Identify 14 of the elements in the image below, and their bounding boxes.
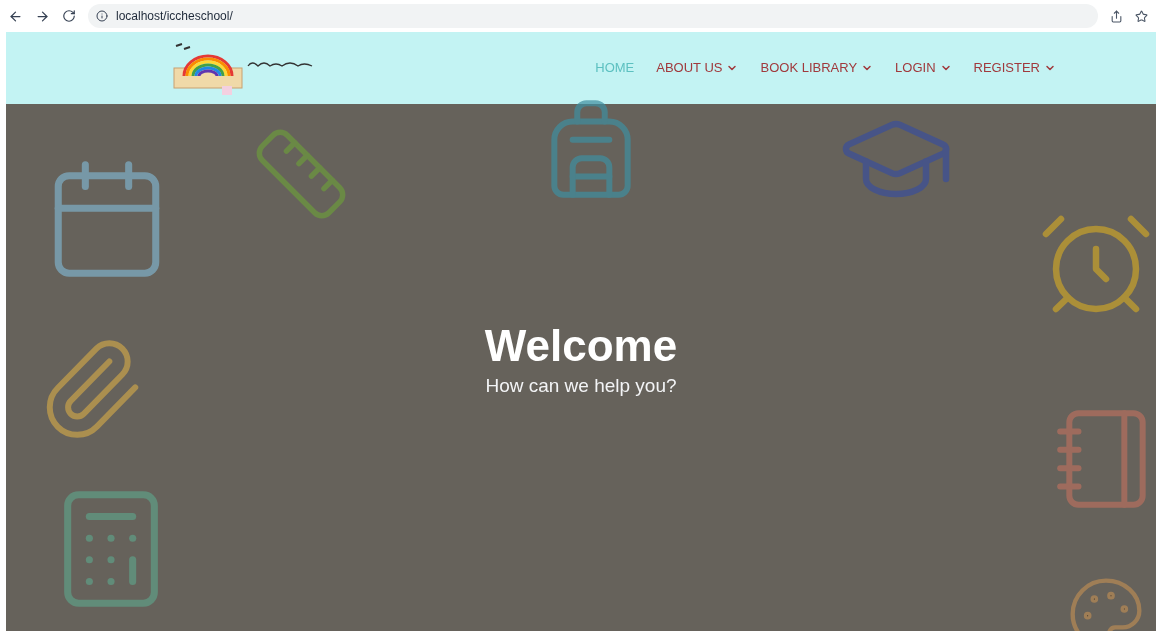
hero-title: Welcome: [484, 324, 678, 369]
forward-icon[interactable]: [35, 8, 50, 24]
hero-subtitle: How can we help you?: [485, 374, 677, 399]
bookmark-icon[interactable]: [1135, 9, 1148, 23]
reload-icon[interactable]: [62, 9, 76, 23]
back-icon[interactable]: [8, 8, 23, 24]
nav-link[interactable]: REGISTER: [973, 58, 1056, 78]
info-icon[interactable]: [96, 10, 108, 22]
share-icon[interactable]: [1110, 9, 1123, 23]
address-bar[interactable]: localhost/iccheschool/: [88, 4, 1098, 28]
nav-link[interactable]: LOGIN: [895, 58, 952, 78]
nav-link[interactable]: BOOK LIBRARY: [760, 58, 874, 78]
nav-link[interactable]: ABOUT US: [656, 58, 739, 78]
url-text: localhost/iccheschool/: [116, 8, 233, 25]
